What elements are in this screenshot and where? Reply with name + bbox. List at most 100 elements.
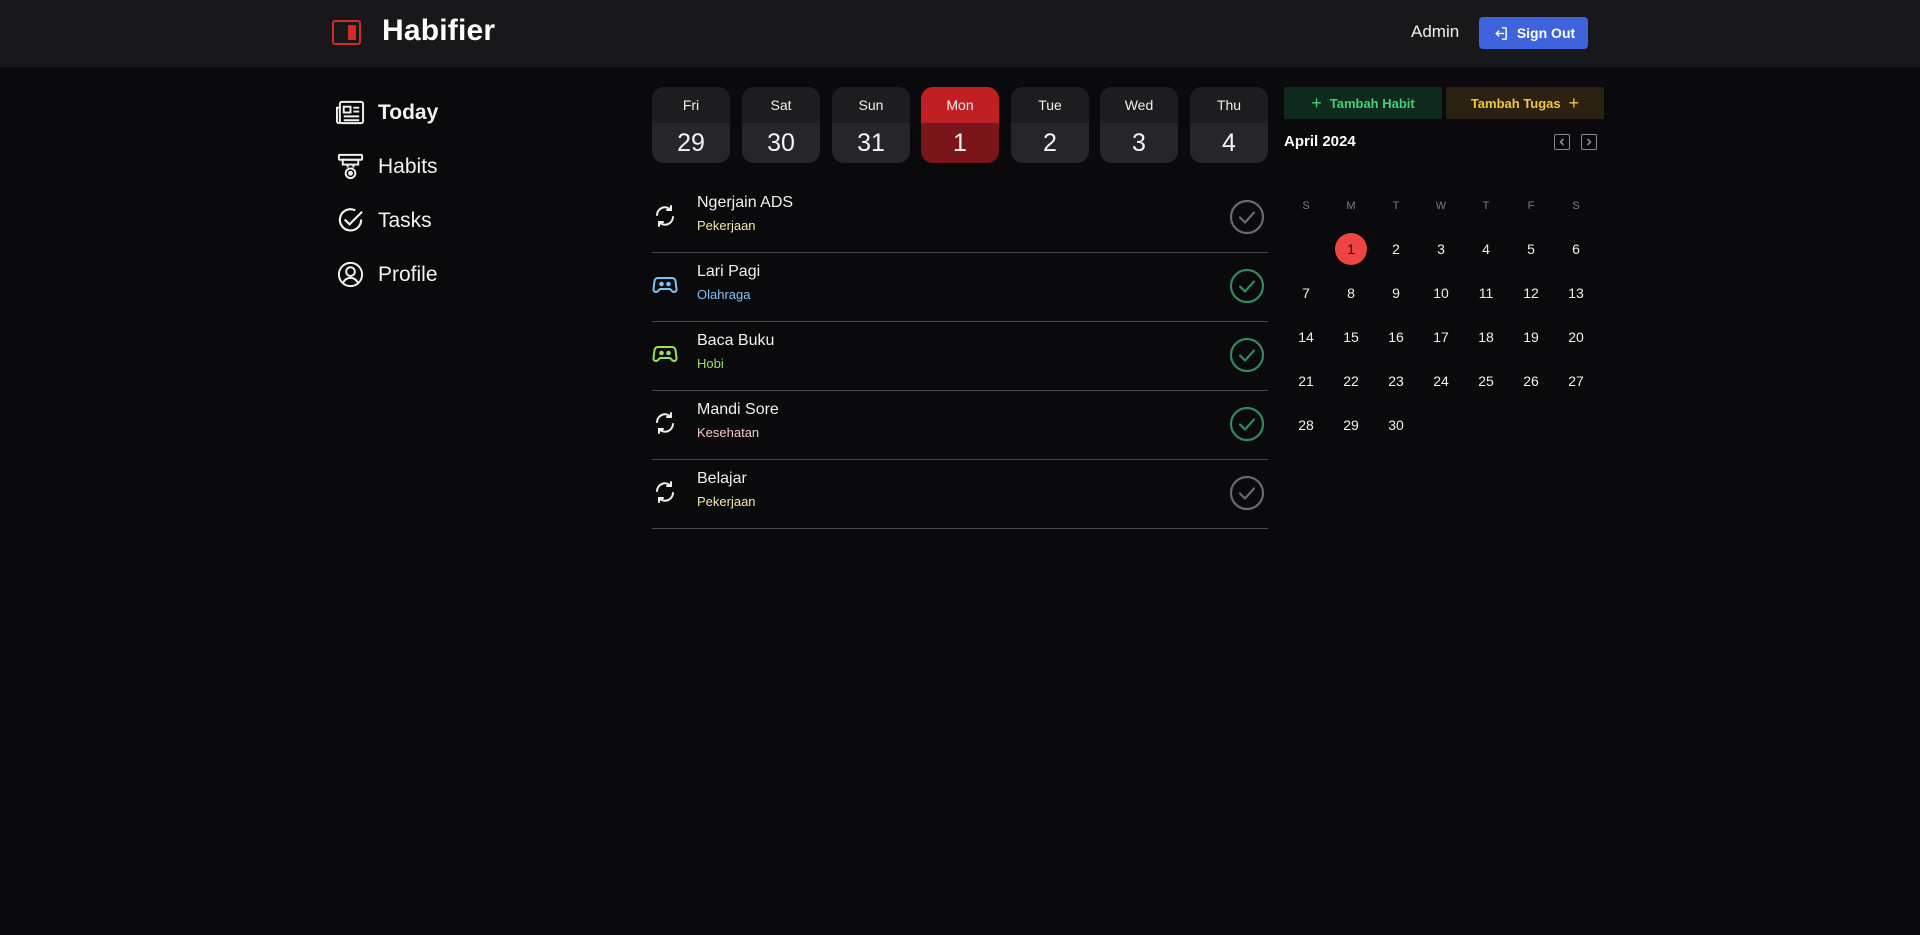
nav-profile[interactable]: Profile xyxy=(336,260,438,289)
task-name: Baca Buku xyxy=(697,332,775,349)
calendar-day[interactable]: 19 xyxy=(1515,321,1547,353)
nav-label: Profile xyxy=(378,262,438,286)
check-circle-icon xyxy=(1229,199,1265,235)
day-tue[interactable]: Tue 2 xyxy=(1011,87,1089,163)
calendar-weekday: F xyxy=(1527,200,1535,212)
add-habit-button[interactable]: + Tambah Habit xyxy=(1284,87,1442,119)
calendar-day[interactable]: 18 xyxy=(1470,321,1502,353)
calendar-day[interactable]: 11 xyxy=(1470,277,1502,309)
calendar-next-button[interactable] xyxy=(1581,134,1597,150)
check-circle-icon xyxy=(1229,475,1265,511)
day-name: Sat xyxy=(742,87,820,123)
gamepad-icon xyxy=(652,272,678,298)
calendar-day[interactable]: 24 xyxy=(1425,365,1457,397)
add-task-label: Tambah Tugas xyxy=(1470,95,1561,111)
newspaper-icon xyxy=(336,100,365,125)
day-mon[interactable]: Mon 1 xyxy=(921,87,999,163)
calendar-day[interactable]: 5 xyxy=(1515,233,1547,265)
day-sat[interactable]: Sat 30 xyxy=(742,87,820,163)
task-category: Olahraga xyxy=(697,287,751,302)
plus-icon: + xyxy=(1568,93,1580,113)
calendar-day[interactable]: 26 xyxy=(1515,365,1547,397)
complete-check-button[interactable] xyxy=(1229,337,1265,373)
nav-today[interactable]: Today xyxy=(336,98,438,127)
check-circle-icon xyxy=(338,208,363,232)
user-circle-icon xyxy=(337,261,364,288)
day-fri[interactable]: Fri 29 xyxy=(652,87,730,163)
task-category: Pekerjaan xyxy=(697,494,756,509)
gamepad-icon xyxy=(652,341,678,367)
app-title: Habifier xyxy=(382,14,496,47)
calendar-day[interactable]: 16 xyxy=(1380,321,1412,353)
calendar-weekday: W xyxy=(1435,200,1447,212)
complete-check-button[interactable] xyxy=(1229,406,1265,442)
day-number: 30 xyxy=(767,128,795,157)
calendar-day[interactable]: 25 xyxy=(1470,365,1502,397)
day-number: 31 xyxy=(857,128,885,157)
task-row[interactable]: Belajar Pekerjaan xyxy=(652,460,1268,529)
task-name: Ngerjain ADS xyxy=(697,194,794,211)
calendar-day[interactable]: 2 xyxy=(1380,233,1412,265)
task-row[interactable]: Ngerjain ADS Pekerjaan xyxy=(652,184,1268,253)
calendar-day[interactable]: 3 xyxy=(1425,233,1457,265)
sign-out-icon xyxy=(1495,26,1507,40)
calendar-weekday: T xyxy=(1392,200,1400,212)
calendar-day[interactable]: 20 xyxy=(1560,321,1592,353)
calendar-day[interactable]: 17 xyxy=(1425,321,1457,353)
calendar-day[interactable]: 4 xyxy=(1470,233,1502,265)
day-number: 1 xyxy=(921,123,999,163)
calendar-day[interactable]: 22 xyxy=(1335,365,1367,397)
task-category: Hobi xyxy=(697,356,724,371)
calendar-day[interactable]: 8 xyxy=(1335,277,1367,309)
day-wed[interactable]: Wed 3 xyxy=(1100,87,1178,163)
complete-check-button[interactable] xyxy=(1229,475,1265,511)
task-row[interactable]: Mandi Sore Kesehatan xyxy=(652,391,1268,460)
task-row[interactable]: Baca Buku Hobi xyxy=(652,322,1268,391)
add-task-button[interactable]: Tambah Tugas + xyxy=(1446,87,1604,119)
complete-check-button[interactable] xyxy=(1229,268,1265,304)
logo-icon xyxy=(332,20,361,45)
nav-label: Tasks xyxy=(378,208,432,232)
task-row[interactable]: Lari Pagi Olahraga xyxy=(652,253,1268,322)
day-sun[interactable]: Sun 31 xyxy=(832,87,910,163)
calendar-day[interactable]: 23 xyxy=(1380,365,1412,397)
chevron-left-icon xyxy=(1559,138,1565,146)
day-name: Mon xyxy=(921,87,999,123)
calendar-day[interactable]: 10 xyxy=(1425,277,1457,309)
calendar-day[interactable]: 28 xyxy=(1290,409,1322,441)
habit-icon xyxy=(337,153,364,180)
day-name: Sun xyxy=(832,87,910,123)
sign-out-label: Sign Out xyxy=(1516,25,1576,41)
calendar-day[interactable]: 9 xyxy=(1380,277,1412,309)
calendar-day[interactable]: 27 xyxy=(1560,365,1592,397)
calendar-day[interactable]: 30 xyxy=(1380,409,1412,441)
calendar-day[interactable]: 7 xyxy=(1290,277,1322,309)
complete-check-button[interactable] xyxy=(1229,199,1265,235)
task-category: Pekerjaan xyxy=(697,218,756,233)
calendar-day[interactable]: 15 xyxy=(1335,321,1367,353)
calendar-day[interactable]: 12 xyxy=(1515,277,1547,309)
day-thu[interactable]: Thu 4 xyxy=(1190,87,1268,163)
calendar-day[interactable]: 13 xyxy=(1560,277,1592,309)
nav-label: Habits xyxy=(378,154,438,178)
check-circle-icon xyxy=(1229,406,1265,442)
day-name: Wed xyxy=(1100,87,1178,123)
day-number: 2 xyxy=(1043,128,1057,157)
sign-out-button[interactable]: Sign Out xyxy=(1479,17,1588,49)
calendar-day[interactable]: 29 xyxy=(1335,409,1367,441)
nav-habits[interactable]: Habits xyxy=(336,152,438,181)
calendar-day[interactable]: 14 xyxy=(1290,321,1322,353)
calendar-month-title: April 2024 xyxy=(1284,133,1356,150)
nav-tasks[interactable]: Tasks xyxy=(336,206,432,235)
top-bar: Habifier Admin Sign Out xyxy=(0,0,1920,67)
add-habit-label: Tambah Habit xyxy=(1329,95,1415,111)
calendar-day[interactable]: 6 xyxy=(1560,233,1592,265)
day-name: Tue xyxy=(1011,87,1089,123)
plus-icon: + xyxy=(1311,93,1322,113)
username-label: Admin xyxy=(1411,22,1460,41)
day-name: Thu xyxy=(1190,87,1268,123)
calendar-day[interactable]: 21 xyxy=(1290,365,1322,397)
day-name: Fri xyxy=(652,87,730,123)
calendar-prev-button[interactable] xyxy=(1554,134,1570,150)
calendar-day-today[interactable]: 1 xyxy=(1335,233,1367,265)
